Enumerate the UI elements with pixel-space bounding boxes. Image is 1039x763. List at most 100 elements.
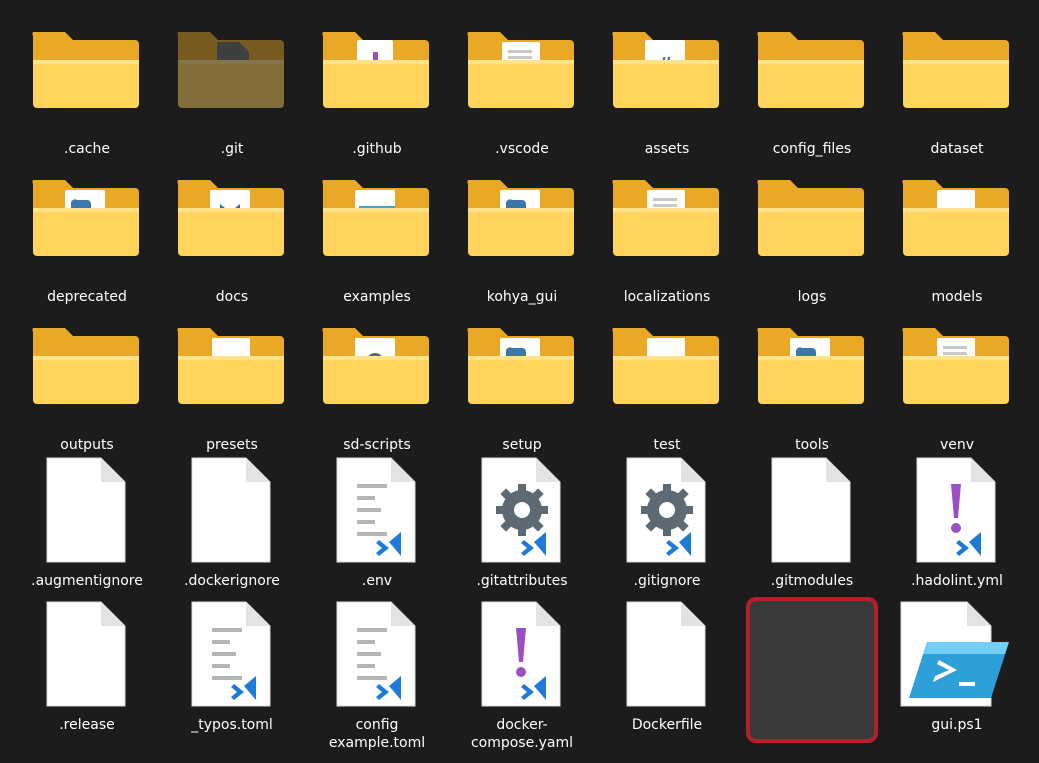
file-icon (452, 454, 592, 566)
file-release[interactable]: .release (17, 598, 157, 746)
folder-localizations[interactable]: localizations (597, 170, 737, 318)
folder-config-files[interactable]: config_files (742, 22, 882, 170)
item-label: logs (797, 289, 827, 305)
file-hadolint[interactable]: .hadolint.yml (887, 454, 1027, 602)
folder-test[interactable]: test (597, 318, 737, 466)
item-label: examples (343, 289, 411, 305)
item-label: .augmentignore (31, 573, 143, 589)
folder-github[interactable]: .github (307, 22, 447, 170)
folder-docs[interactable]: docs (162, 170, 302, 318)
folder-vscode[interactable]: .vscode (452, 22, 592, 170)
file-gitmodules[interactable]: .gitmodules (742, 454, 882, 602)
item-label: Dockerfile (631, 717, 703, 733)
folder-examples[interactable]: examples (307, 170, 447, 318)
folder-tools[interactable]: tools (742, 318, 882, 466)
item-label: _typos.toml (191, 717, 273, 733)
folder-icon (742, 170, 882, 282)
item-label: tools (795, 437, 829, 453)
item-label: .gitignore (633, 573, 701, 589)
item-label: .env (361, 573, 393, 589)
file-icon (17, 454, 157, 566)
folder-icon (17, 318, 157, 430)
file-gui-ps1[interactable]: gui.ps1 (887, 598, 1027, 746)
item-label: kohya_gui (486, 289, 558, 305)
folder-icon (162, 318, 302, 430)
item-label: .git (220, 141, 244, 157)
file-grid: .cache .git .github .vscode # assets con… (0, 0, 1039, 763)
item-label: presets (206, 437, 258, 453)
folder-icon (17, 22, 157, 134)
file-icon (887, 454, 1027, 566)
file-icon (307, 598, 447, 710)
file-dockerfile[interactable]: Dockerfile (597, 598, 737, 746)
folder-icon: # (597, 22, 737, 134)
item-label: .gitattributes (476, 573, 568, 589)
item-label: models (931, 289, 983, 305)
folder-kohya-gui[interactable]: kohya_gui (452, 170, 592, 318)
folder-venv[interactable]: venv (887, 318, 1027, 466)
item-label: .github (352, 141, 402, 157)
folder-cache[interactable]: .cache (17, 22, 157, 170)
folder-icon (162, 22, 302, 134)
file-icon (307, 454, 447, 566)
file-config-example[interactable]: config example.toml (307, 598, 447, 751)
item-label: setup (502, 437, 542, 453)
folder-outputs[interactable]: outputs (17, 318, 157, 466)
file-augmentignore[interactable]: .augmentignore (17, 454, 157, 602)
folder-presets[interactable]: presets (162, 318, 302, 466)
folder-icon (597, 170, 737, 282)
folder-icon (17, 170, 157, 282)
file-env[interactable]: .env (307, 454, 447, 602)
item-label: test (653, 437, 681, 453)
folder-icon (452, 22, 592, 134)
item-label: config example.toml (328, 717, 426, 751)
file-icon (162, 598, 302, 710)
item-label: .release (59, 717, 115, 733)
folder-icon (742, 22, 882, 134)
folder-icon (887, 22, 1027, 134)
file-icon (742, 454, 882, 566)
folder-deprecated[interactable]: deprecated (17, 170, 157, 318)
folder-setup[interactable]: setup (452, 318, 592, 466)
item-label: venv (939, 437, 975, 453)
item-label: config_files (772, 141, 852, 157)
folder-icon (452, 318, 592, 430)
folder-icon (307, 170, 447, 282)
file-icon (17, 598, 157, 710)
folder-sd-scripts[interactable]: sd-scripts (307, 318, 447, 466)
item-label: outputs (60, 437, 114, 453)
item-label: dataset (930, 141, 984, 157)
file-docker-compose[interactable]: docker-compose.yaml (452, 598, 592, 751)
item-label: .cache (64, 141, 110, 157)
item-label: .gitmodules (770, 573, 854, 589)
file-icon (452, 598, 592, 710)
item-label: localizations (623, 289, 711, 305)
folder-models[interactable]: models (887, 170, 1027, 318)
folder-icon (597, 318, 737, 430)
folder-icon (742, 318, 882, 430)
file-gitignore[interactable]: .gitignore (597, 454, 737, 602)
file-dockerignore[interactable]: .dockerignore (162, 454, 302, 602)
selection-highlight (746, 597, 878, 743)
folder-icon (307, 318, 447, 430)
item-label: .dockerignore (184, 573, 280, 589)
item-label: docs (215, 289, 249, 305)
file-icon (597, 598, 737, 710)
item-label: gui.ps1 (931, 717, 983, 733)
folder-icon (887, 170, 1027, 282)
folder-icon (452, 170, 592, 282)
folder-dataset[interactable]: dataset (887, 22, 1027, 170)
file-icon (597, 454, 737, 566)
item-label: sd-scripts (343, 437, 411, 453)
file-typos[interactable]: _typos.toml (162, 598, 302, 746)
folder-logs[interactable]: logs (742, 170, 882, 318)
file-gitattributes[interactable]: .gitattributes (452, 454, 592, 602)
powershell-file-icon (887, 598, 1027, 710)
folder-icon (307, 22, 447, 134)
file-icon (162, 454, 302, 566)
folder-git[interactable]: .git (162, 22, 302, 170)
item-label: .hadolint.yml (911, 573, 1003, 589)
item-label: deprecated (47, 289, 127, 305)
item-label: assets (644, 141, 690, 157)
folder-assets[interactable]: # assets (597, 22, 737, 170)
